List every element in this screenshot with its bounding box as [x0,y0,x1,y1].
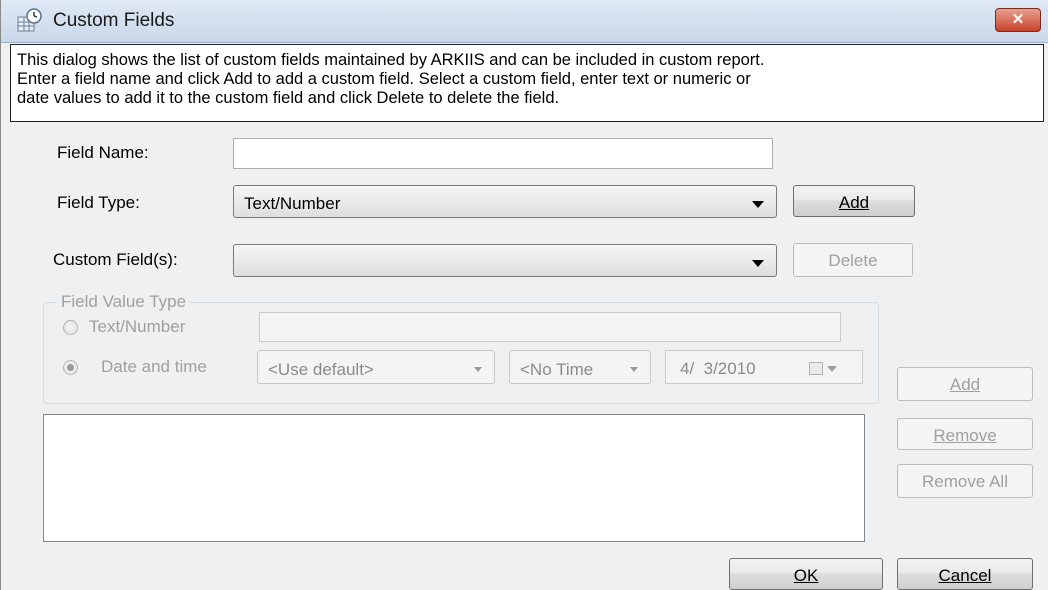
description-line: date values to add it to the custom fiel… [17,89,560,107]
remove-all-button[interactable]: Remove All [897,464,1033,498]
cancel-button-label: Cancel [938,566,992,585]
description-line: Enter a field name and click Add to add … [17,70,751,88]
close-button[interactable]: ✕ [995,8,1041,32]
cancel-button[interactable]: Cancel [897,558,1033,590]
add-field-button[interactable]: Add [793,185,915,217]
time-dropdown[interactable]: <No Time [509,350,651,384]
field-name-input[interactable] [233,138,773,169]
chevron-down-icon [827,366,837,372]
date-time-radio[interactable] [63,360,78,375]
window-title: Custom Fields [53,10,175,31]
add-field-button-label: Add [838,193,870,212]
custom-fields-dialog: Custom Fields ✕ This dialog shows the li… [0,0,1048,590]
field-value-type-legend: Field Value Type [57,292,191,312]
delete-button[interactable]: Delete [793,243,913,277]
add-value-button-label: Add [949,375,981,394]
remove-button[interactable]: Remove [897,418,1033,450]
field-type-value: Text/Number [244,194,341,213]
date-time-radio-label: Date and time [101,357,207,376]
chevron-down-icon [752,201,764,208]
time-value: <No Time [520,360,594,379]
date-format-dropdown[interactable]: <Use default> [257,350,495,384]
remove-all-button-label: Remove All [922,472,1008,491]
description-text: This dialog shows the list of custom fie… [10,44,1044,122]
field-type-label: Field Type: [57,193,140,212]
chevron-down-icon [630,367,638,372]
chevron-down-icon [474,367,482,372]
text-number-radio-label: Text/Number [89,317,186,336]
table-clock-icon [17,8,42,32]
description-line: This dialog shows the list of custom fie… [17,51,765,69]
field-values-list[interactable] [43,414,865,542]
date-format-value: <Use default> [268,360,374,379]
chevron-down-icon [752,260,764,267]
ok-button[interactable]: OK [729,558,883,590]
add-value-button[interactable]: Add [897,367,1033,401]
date-value: 4/ 3/2010 [680,359,756,378]
custom-fields-dropdown[interactable] [233,244,777,277]
remove-button-label: Remove [933,426,997,445]
field-name-label: Field Name: [57,143,149,162]
ok-button-label: OK [793,566,819,585]
calendar-icon [809,362,823,375]
close-icon: ✕ [1011,11,1025,28]
delete-button-label: Delete [828,251,878,270]
text-number-radio[interactable] [63,320,78,335]
text-number-value-input[interactable] [259,312,841,342]
field-type-dropdown[interactable]: Text/Number [233,185,777,218]
title-bar[interactable]: Custom Fields ✕ [1,0,1048,43]
custom-fields-label: Custom Field(s): [53,250,178,269]
